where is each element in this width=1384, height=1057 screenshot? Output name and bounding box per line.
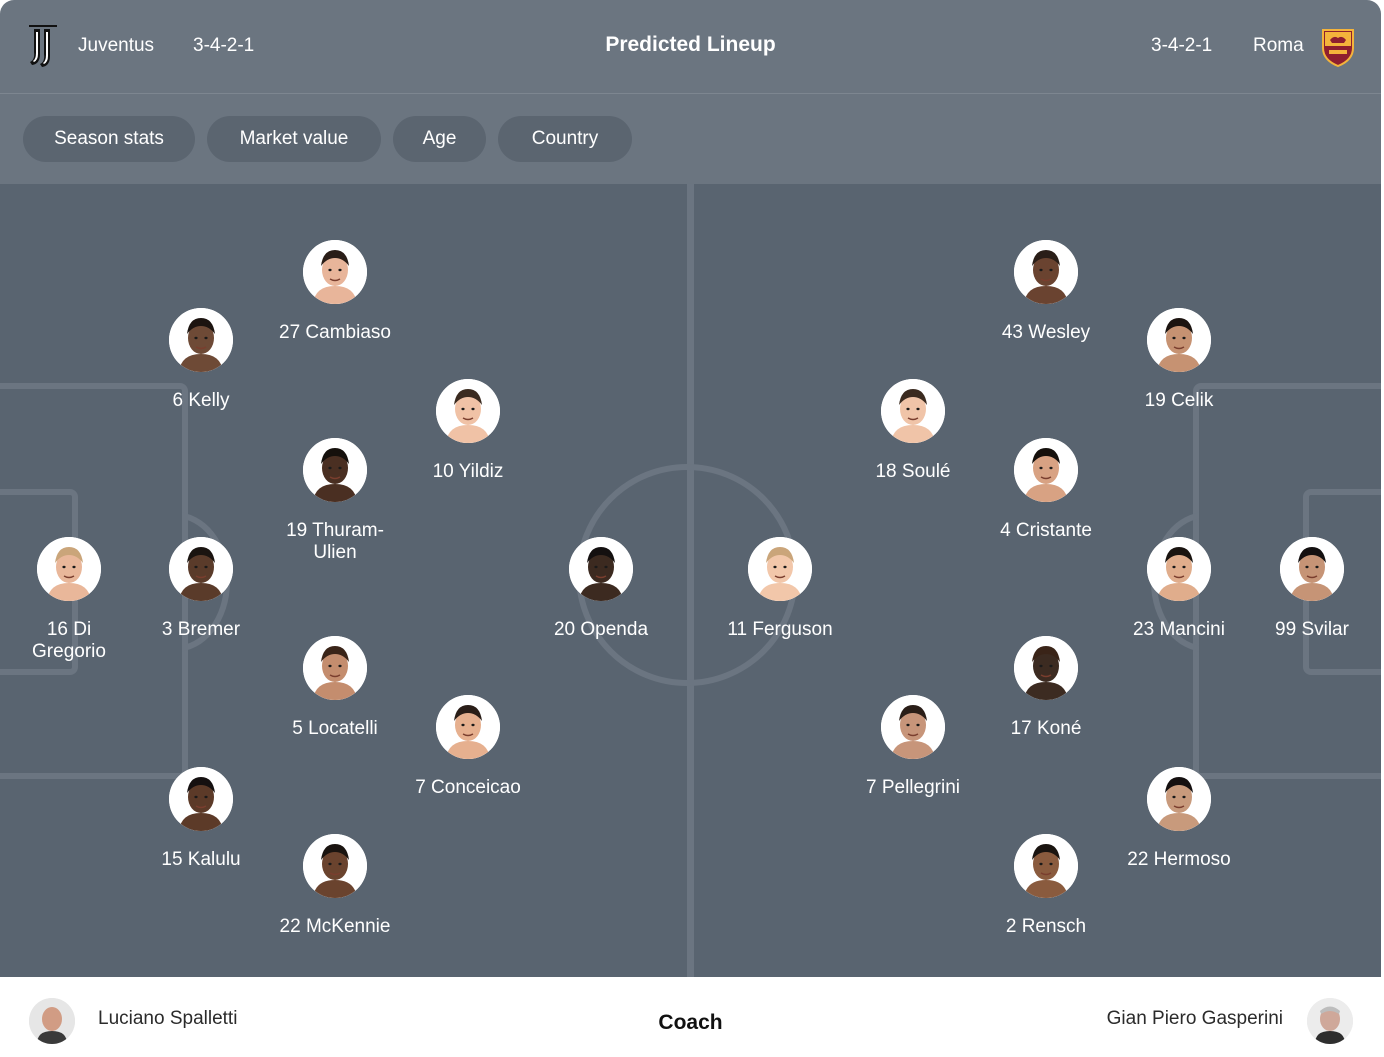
player-avatar[interactable] (881, 695, 945, 759)
player-away-10[interactable]: 2 Rensch (976, 834, 1116, 938)
filter-country[interactable]: Country (498, 116, 632, 162)
player-home-3[interactable]: 19 Thuram- Ulien (265, 438, 405, 564)
player-name: 10 Yildiz (432, 461, 504, 482)
player-home-9[interactable]: 15 Kalulu (131, 767, 271, 871)
player-avatar[interactable] (1014, 438, 1078, 502)
player-away-5[interactable]: 23 Mancini (1109, 537, 1249, 641)
player-name: 16 Di Gregorio (32, 619, 106, 662)
filter-bar: Season stats Market value Age Country (0, 94, 1381, 184)
player-home-5[interactable]: 3 Bremer (131, 537, 271, 641)
away-coach-name[interactable]: Gian Piero Gasperini (1107, 1008, 1283, 1030)
player-avatar[interactable] (37, 537, 101, 601)
player-name: 6 Kelly (172, 390, 230, 411)
player-avatar[interactable] (436, 379, 500, 443)
player-name: 19 Thuram- Ulien (286, 520, 384, 563)
player-avatar[interactable] (436, 695, 500, 759)
player-avatar[interactable] (303, 240, 367, 304)
player-name: 43 Wesley (1001, 322, 1091, 343)
player-away-6[interactable]: 99 Svilar (1242, 537, 1381, 641)
filter-age[interactable]: Age (393, 116, 486, 162)
player-avatar[interactable] (303, 834, 367, 898)
player-away-7[interactable]: 17 Koné (976, 636, 1116, 740)
player-name: 5 Locatelli (292, 718, 378, 739)
player-away-2[interactable]: 18 Soulé (843, 379, 983, 483)
player-avatar[interactable] (169, 537, 233, 601)
player-away-9[interactable]: 22 Hermoso (1109, 767, 1249, 871)
player-name: 18 Soulé (875, 461, 951, 482)
player-avatar[interactable] (881, 379, 945, 443)
player-avatar[interactable] (1280, 537, 1344, 601)
player-home-8[interactable]: 7 Conceicao (398, 695, 538, 799)
player-avatar[interactable] (1014, 240, 1078, 304)
filter-season-stats[interactable]: Season stats (23, 116, 195, 162)
player-avatar[interactable] (1014, 636, 1078, 700)
player-home-0[interactable]: 27 Cambiaso (265, 240, 405, 344)
player-avatar[interactable] (1147, 537, 1211, 601)
player-home-6[interactable]: 20 Openda (531, 537, 671, 641)
coach-footer: Luciano Spalletti Coach Gian Piero Gaspe… (0, 977, 1381, 1057)
away-formation: 3-4-2-1 (1151, 35, 1213, 56)
player-avatar[interactable] (569, 537, 633, 601)
lineup-header: Juventus 3-4-2-1 Predicted Lineup 3-4-2-… (0, 0, 1381, 94)
player-home-4[interactable]: 16 Di Gregorio (0, 537, 139, 663)
player-name: 2 Rensch (1005, 916, 1087, 937)
player-away-3[interactable]: 4 Cristante (976, 438, 1116, 542)
player-name: 27 Cambiaso (279, 322, 391, 343)
lineup-card: Juventus 3-4-2-1 Predicted Lineup 3-4-2-… (0, 0, 1381, 1057)
player-away-0[interactable]: 43 Wesley (976, 240, 1116, 344)
player-home-1[interactable]: 6 Kelly (131, 308, 271, 412)
player-name: 99 Svilar (1275, 619, 1349, 640)
player-avatar[interactable] (303, 636, 367, 700)
player-name: 23 Mancini (1133, 619, 1225, 640)
player-avatar[interactable] (1014, 834, 1078, 898)
player-name: 20 Openda (553, 619, 649, 640)
player-name: 7 Pellegrini (866, 777, 960, 798)
player-home-7[interactable]: 5 Locatelli (265, 636, 405, 740)
player-away-1[interactable]: 19 Celik (1109, 308, 1249, 412)
player-name: 22 Hermoso (1127, 849, 1231, 870)
player-name: 19 Celik (1144, 390, 1214, 411)
player-home-2[interactable]: 10 Yildiz (398, 379, 538, 483)
player-name: 22 McKennie (279, 916, 391, 937)
player-name: 11 Ferguson (727, 619, 833, 640)
player-avatar[interactable] (748, 537, 812, 601)
player-avatar[interactable] (1147, 767, 1211, 831)
player-away-4[interactable]: 11 Ferguson (710, 537, 850, 641)
roma-crest-icon[interactable] (1321, 26, 1355, 68)
player-name: 17 Koné (1010, 718, 1082, 739)
player-avatar[interactable] (169, 767, 233, 831)
away-team-name[interactable]: Roma (1253, 35, 1304, 57)
filter-market-value[interactable]: Market value (207, 116, 381, 162)
player-away-8[interactable]: 7 Pellegrini (843, 695, 983, 799)
player-avatar[interactable] (1147, 308, 1211, 372)
player-name: 15 Kalulu (161, 849, 241, 870)
player-name: 7 Conceicao (415, 777, 521, 798)
player-avatar[interactable] (303, 438, 367, 502)
player-name: 3 Bremer (161, 619, 241, 640)
player-name: 4 Cristante (1000, 520, 1092, 541)
away-coach-avatar[interactable] (1307, 998, 1353, 1044)
player-home-10[interactable]: 22 McKennie (265, 834, 405, 938)
player-avatar[interactable] (169, 308, 233, 372)
